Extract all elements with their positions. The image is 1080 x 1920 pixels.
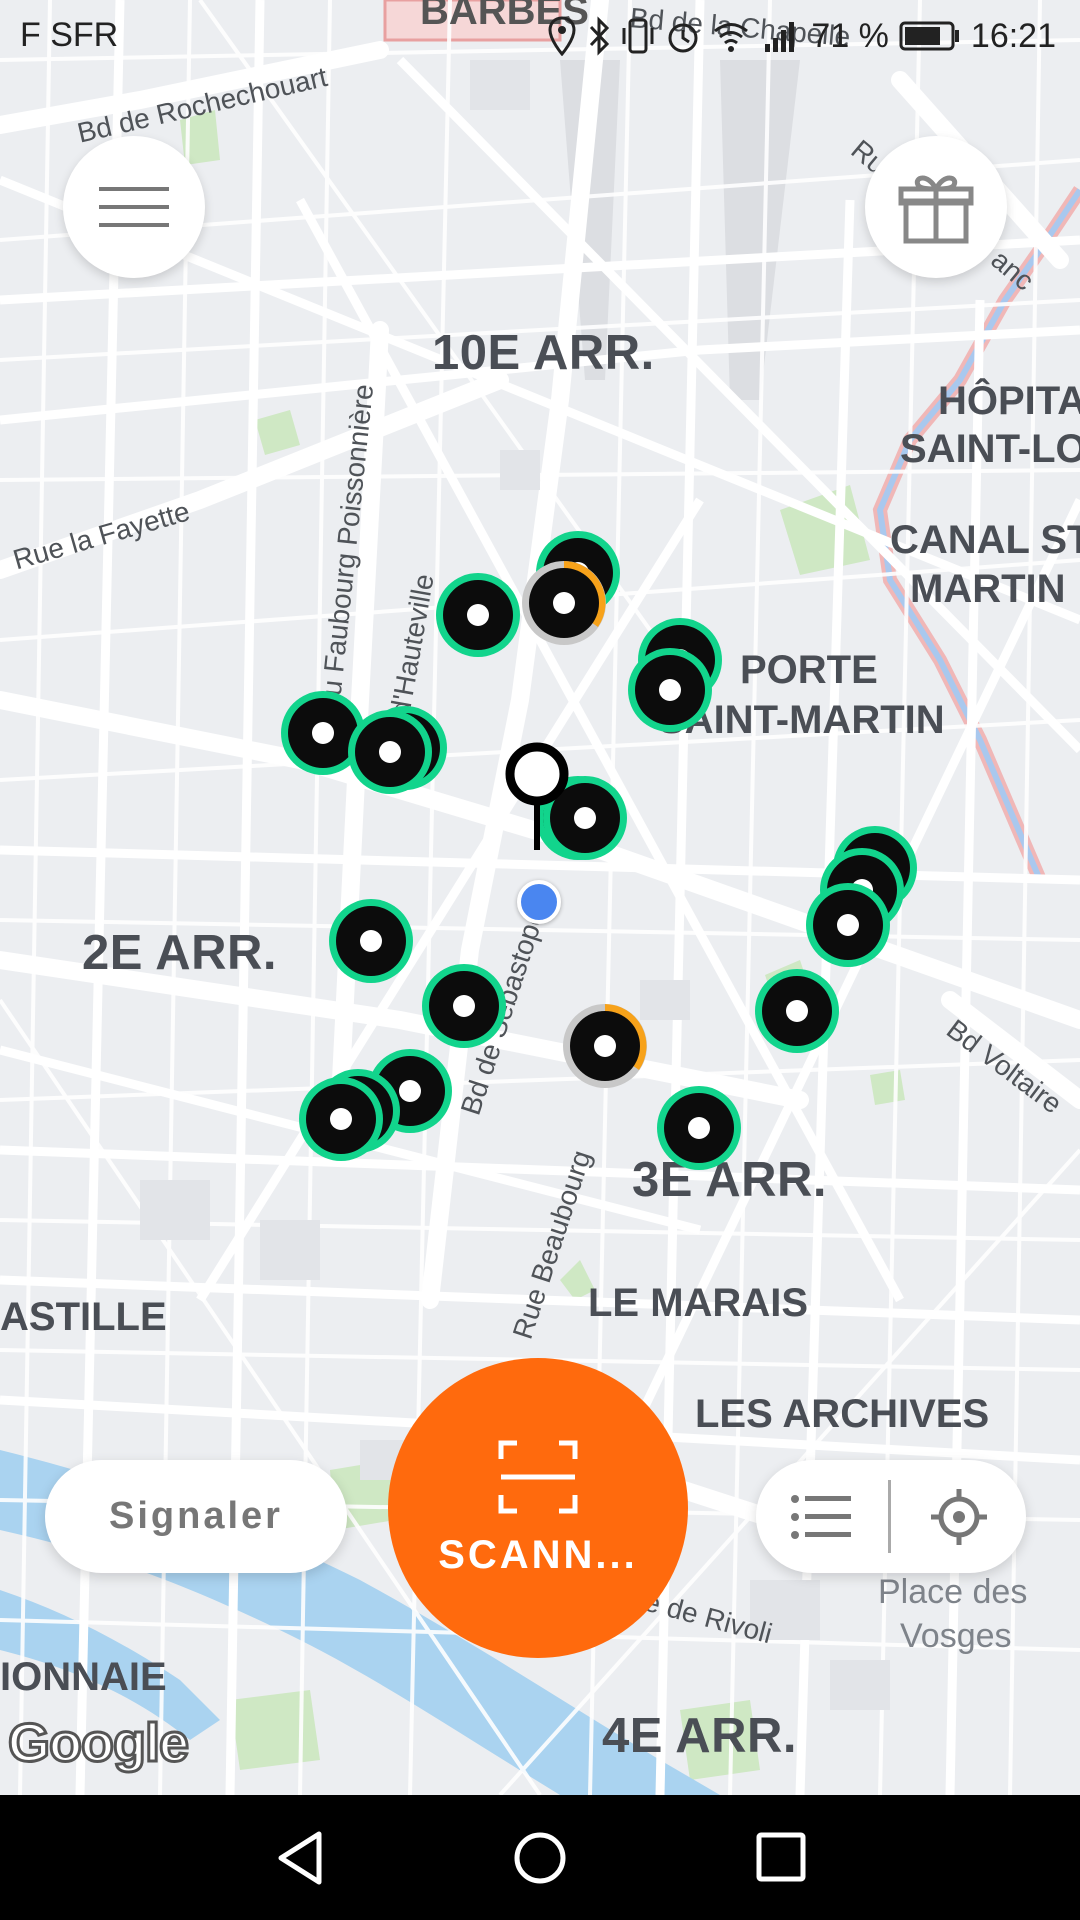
gift-icon (898, 175, 974, 244)
district-label-10e: 10E ARR. (432, 326, 655, 380)
selected-pin-icon[interactable] (505, 742, 569, 852)
scooter-marker[interactable] (626, 646, 714, 734)
scooter-marker[interactable] (327, 897, 415, 985)
scooter-marker[interactable] (346, 708, 434, 796)
list-icon (791, 1494, 851, 1539)
map-label-hopital-2: SAINT-LO (900, 427, 1080, 471)
scooter-marker[interactable] (804, 881, 892, 969)
map-tools-pill (756, 1460, 1026, 1573)
map-label-porte-1: PORTE (740, 648, 878, 692)
map-label-hopital-1: HÔPITA (938, 379, 1080, 423)
scooter-marker[interactable] (420, 962, 508, 1050)
clock: 16:21 (970, 16, 1056, 55)
district-label-2e: 2E ARR. (82, 926, 278, 980)
user-location-dot (517, 880, 561, 924)
carrier-label: F SFR (20, 16, 119, 54)
map-label-archives: LES ARCHIVES (695, 1392, 990, 1436)
map-label-monnaie: IONNAIE (0, 1655, 167, 1699)
vibrate-icon (622, 18, 654, 54)
list-button[interactable] (756, 1460, 886, 1573)
home-icon[interactable] (512, 1830, 568, 1886)
scan-button[interactable]: SCANN... (388, 1358, 688, 1658)
place-label-vosges-2: Vosges (900, 1617, 1012, 1655)
report-button[interactable]: Signaler (45, 1460, 347, 1573)
scooter-marker[interactable] (520, 559, 608, 647)
google-attribution: Google (7, 1712, 191, 1775)
map-label-canal-2: MARTIN (910, 567, 1066, 611)
place-label-vosges-1: Place des (878, 1573, 1028, 1611)
bluetooth-icon (590, 16, 610, 56)
gift-button[interactable] (865, 136, 1007, 278)
scooter-marker[interactable] (434, 571, 522, 659)
map-label-canal-1: CANAL ST (890, 518, 1080, 562)
scan-button-label: SCANN... (438, 1532, 638, 1577)
map-label-marais: LE MARAIS (588, 1281, 808, 1325)
scooter-marker[interactable] (753, 967, 841, 1055)
system-nav-bar (0, 1795, 1080, 1920)
recents-icon[interactable] (755, 1831, 807, 1883)
battery-icon (899, 21, 959, 51)
map-label-bastille: ASTILLE (0, 1295, 167, 1339)
locate-icon (931, 1488, 987, 1545)
alarm-icon (668, 23, 698, 53)
scooter-marker[interactable] (297, 1075, 385, 1163)
back-icon[interactable] (275, 1830, 325, 1886)
status-bar: F SFR 71 % 16:21 (0, 0, 1080, 72)
signal-icon (765, 22, 795, 52)
scooter-marker[interactable] (655, 1084, 743, 1172)
scooter-marker[interactable] (561, 1002, 649, 1090)
scan-icon (498, 1440, 578, 1513)
location-status-icon (548, 16, 576, 56)
report-button-label: Signaler (109, 1495, 283, 1537)
locate-button[interactable] (892, 1460, 1026, 1573)
tools-divider (888, 1480, 891, 1553)
district-label-4e: 4E ARR. (602, 1709, 798, 1763)
wifi-icon (714, 23, 749, 52)
battery-percent: 71 % (811, 16, 889, 55)
menu-icon (99, 187, 169, 227)
menu-button[interactable] (63, 136, 205, 278)
